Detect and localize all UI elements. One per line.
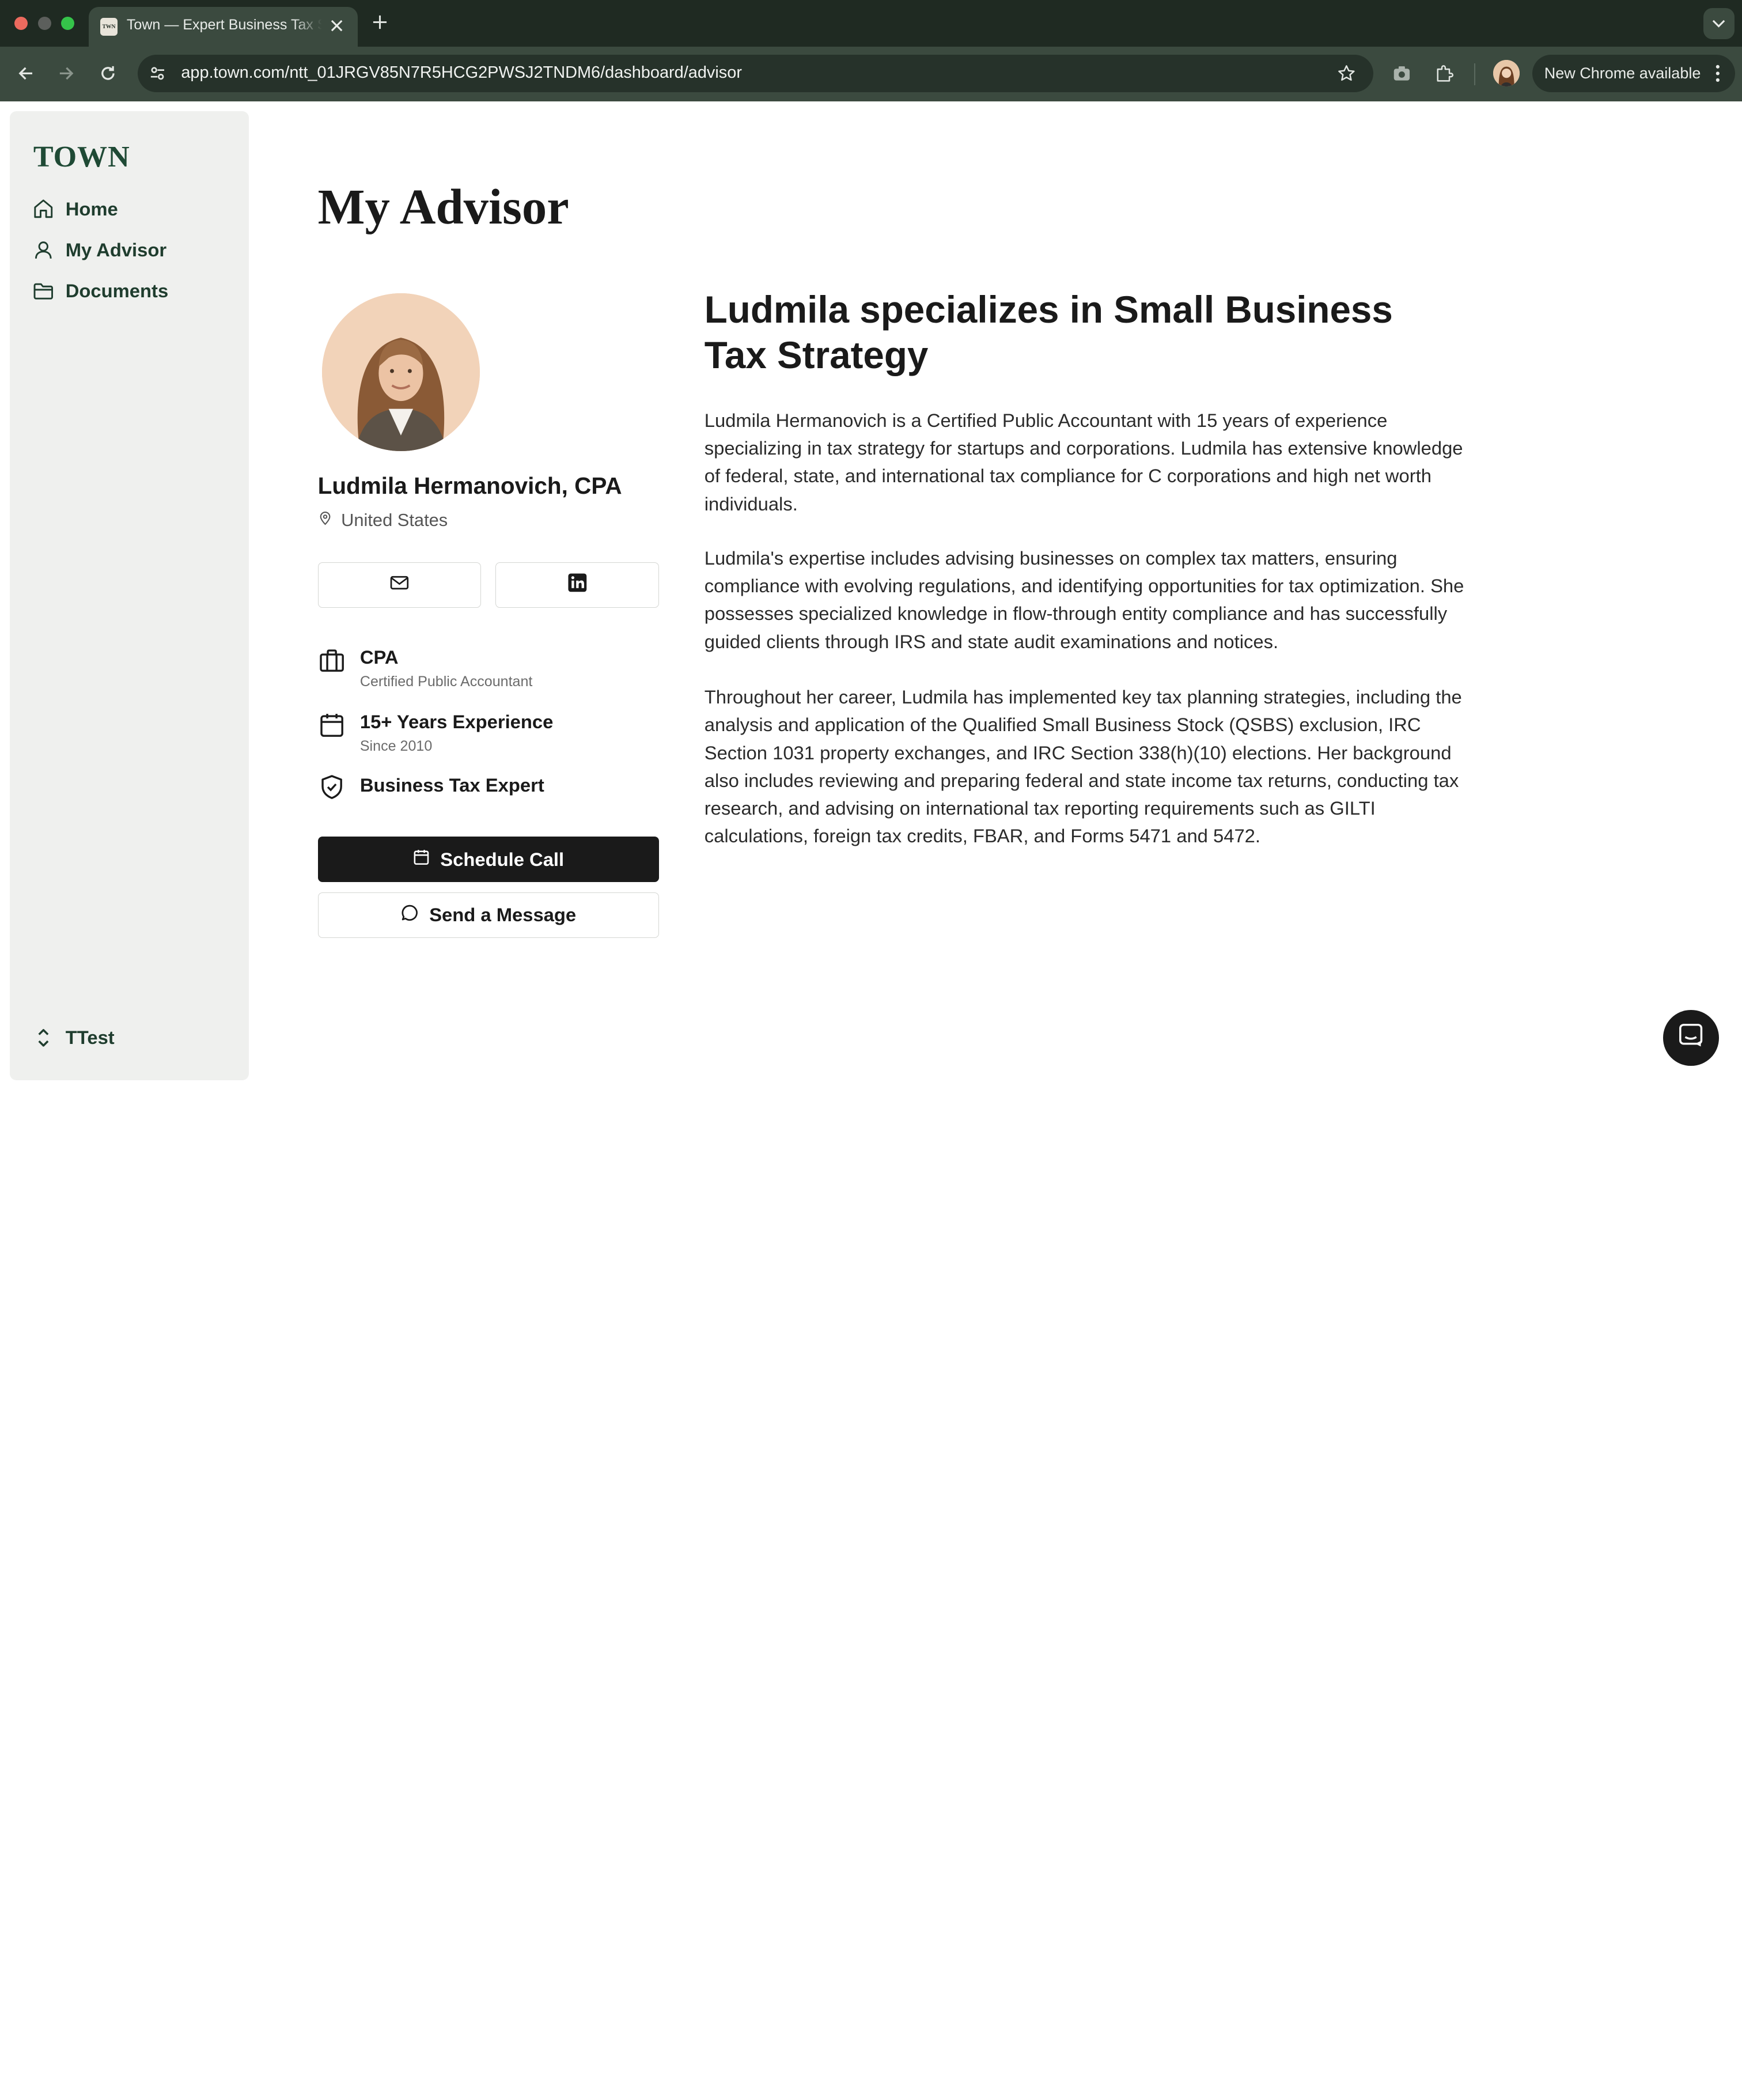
email-button[interactable] (317, 562, 482, 608)
tab-search-button[interactable] (1703, 7, 1735, 39)
credential-expert: Business Tax Expert (318, 773, 544, 801)
send-message-label: Send a Message (429, 904, 577, 926)
tab-close-icon[interactable] (327, 16, 347, 36)
browser-tab-active[interactable]: TWN Town — Expert Business Tax Strategy (89, 6, 358, 47)
page-title: My Advisor (317, 179, 569, 234)
profile-avatar[interactable] (1493, 60, 1520, 87)
bio-paragraph: Throughout her career, Ludmila has imple… (704, 686, 1462, 847)
folder-icon (31, 279, 55, 303)
credential-title: 15+ Years Experience (359, 711, 554, 733)
credential-experience: 15+ Years Experience Since 2010 (318, 711, 554, 754)
close-window-button[interactable] (14, 16, 28, 31)
linkedin-button[interactable] (495, 562, 659, 608)
location-label: United States (341, 509, 448, 530)
credential-text: Business Tax Expert (360, 773, 544, 797)
kebab-menu-icon[interactable] (1711, 63, 1724, 84)
town-logo[interactable]: TOWN (33, 140, 130, 174)
account-switcher[interactable]: TTest (31, 1022, 242, 1053)
credential-title: CPA (359, 646, 399, 668)
credential-subtitle: Certified Public Accountant (359, 673, 533, 690)
address-url[interactable]: app.town.com/ntt_01JRGV85N7R5HCG2PWSJ2TN… (181, 63, 742, 82)
back-arrow-icon[interactable] (12, 60, 39, 86)
bookmark-star-icon[interactable] (1335, 62, 1358, 85)
user-icon (31, 238, 55, 262)
support-chat-button[interactable] (1663, 1010, 1719, 1066)
chrome-update-button[interactable]: New Chrome available (1532, 54, 1736, 93)
browser-tab-strip: TWN Town — Expert Business Tax Strategy (0, 0, 1742, 47)
chrome-update-label: New Chrome available (1544, 64, 1701, 82)
address-bar[interactable]: app.town.com/ntt_01JRGV85N7R5HCG2PWSJ2TN… (138, 54, 1373, 93)
credential-title: Business Tax Expert (359, 774, 544, 796)
minimize-window-button[interactable] (37, 16, 51, 31)
briefcase-icon (318, 646, 346, 674)
chat-bubble-icon (400, 903, 419, 927)
account-name: TTest (65, 1027, 115, 1049)
chat-icon (1677, 1022, 1704, 1053)
schedule-call-label: Schedule Call (440, 848, 565, 870)
credential-text: 15+ Years Experience Since 2010 (360, 711, 554, 754)
chevron-up-down-icon (31, 1026, 55, 1050)
sidebar-item-home[interactable]: Home (31, 194, 242, 225)
maximize-window-button[interactable] (61, 16, 75, 31)
sidebar-item-label: Documents (65, 280, 169, 302)
extensions-puzzle-icon[interactable] (1432, 61, 1456, 85)
bio-paragraph: Ludmila's expertise includes advising bu… (704, 547, 1464, 652)
calendar-icon (318, 711, 346, 739)
sidebar-item-label: Home (65, 198, 118, 220)
sidebar-item-documents[interactable]: Documents (31, 275, 242, 307)
tab-title: Town — Expert Business Tax Strategy (126, 16, 322, 33)
app-window: TWN Town — Expert Business Tax Strategy (0, 0, 1742, 1089)
new-tab-button[interactable] (369, 11, 391, 33)
credential-subtitle: Since 2010 (359, 737, 433, 754)
advisor-avatar (322, 293, 480, 451)
credential-text: CPA Certified Public Accountant (360, 646, 533, 690)
bio-paragraph: Ludmila Hermanovich is a Certified Publi… (704, 409, 1463, 514)
toolbar-divider (1474, 63, 1476, 86)
advisor-headline: Ludmila specializes in Small Business Ta… (704, 288, 1393, 376)
send-message-button[interactable]: Send a Message (317, 892, 659, 938)
reload-icon[interactable] (94, 60, 121, 86)
site-settings-icon[interactable] (147, 63, 168, 84)
sidebar-item-my-advisor[interactable]: My Advisor (31, 234, 242, 266)
sidebar-item-label: My Advisor (65, 239, 167, 260)
calendar-icon (412, 848, 430, 871)
map-pin-icon (318, 510, 332, 531)
forward-arrow-icon[interactable] (54, 60, 80, 86)
advisor-name: Ludmila Hermanovich, CPA (317, 472, 622, 499)
advisor-location: United States (318, 509, 448, 531)
browser-toolbar: app.town.com/ntt_01JRGV85N7R5HCG2PWSJ2TN… (0, 47, 1742, 101)
town-favicon-icon: TWN (100, 17, 118, 36)
shield-check-icon (318, 773, 346, 801)
home-icon (31, 196, 55, 221)
camera-extension-icon[interactable] (1390, 61, 1414, 85)
mail-icon (390, 574, 409, 595)
linkedin-icon (567, 573, 588, 597)
schedule-call-button[interactable]: Schedule Call (317, 837, 659, 883)
credential-cpa: CPA Certified Public Accountant (318, 646, 533, 690)
sidebar: TOWN Home My Advisor Documents TTest (10, 111, 249, 1080)
